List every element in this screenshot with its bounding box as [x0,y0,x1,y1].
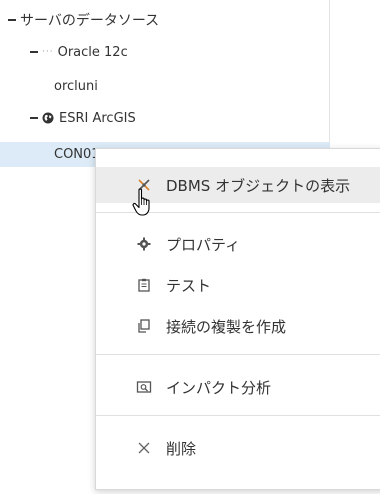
menu-item-test[interactable]: テスト [96,267,380,303]
hand-cursor-icon [132,188,150,216]
menu-item-label: インパクト分析 [166,378,272,397]
tree-item-con01[interactable]: CON01 [54,144,100,164]
tree-item-con01-label: CON01 [54,146,100,162]
close-icon [136,440,152,456]
menu-item-duplicate-connection[interactable]: 接続の複製を作成 [96,308,380,344]
analysis-icon [136,379,152,395]
menu-separator [96,354,380,355]
menu-item-label: プロパティ [166,235,241,254]
tree-item-esri[interactable]: ESRI ArcGIS [30,108,136,128]
menu-item-label: 接続の複製を作成 [166,317,287,336]
collapse-icon[interactable] [8,19,16,21]
tree-item-orcluni-label: orcluni [54,78,98,94]
menu-item-label: 削除 [166,439,197,458]
menu-item-delete[interactable]: 削除 [96,430,380,466]
tree-item-oracle-label: Oracle 12c [57,44,128,60]
oracle-dots-icon: ··· [42,47,54,57]
globe-icon [42,112,54,124]
menu-separator [96,415,380,416]
tree-item-orcluni[interactable]: orcluni [54,76,98,96]
clipboard-icon [136,277,152,293]
tree-root-label: サーバのデータソース [20,13,160,29]
menu-item-label: DBMS オブジェクトの表示 [166,176,351,195]
menu-item-properties[interactable]: プロパティ [96,226,380,262]
tree-item-oracle[interactable]: ··· Oracle 12c [30,42,128,62]
menu-item-label: テスト [166,276,212,295]
tree-item-esri-label: ESRI ArcGIS [59,110,136,126]
copy-icon [136,318,152,334]
menu-item-impact-analysis[interactable]: インパクト分析 [96,369,380,405]
panel-divider [329,0,330,148]
collapse-icon[interactable] [30,51,38,53]
collapse-icon[interactable] [30,117,38,119]
tree-root[interactable]: サーバのデータソース [8,10,159,30]
gear-icon [136,236,152,252]
